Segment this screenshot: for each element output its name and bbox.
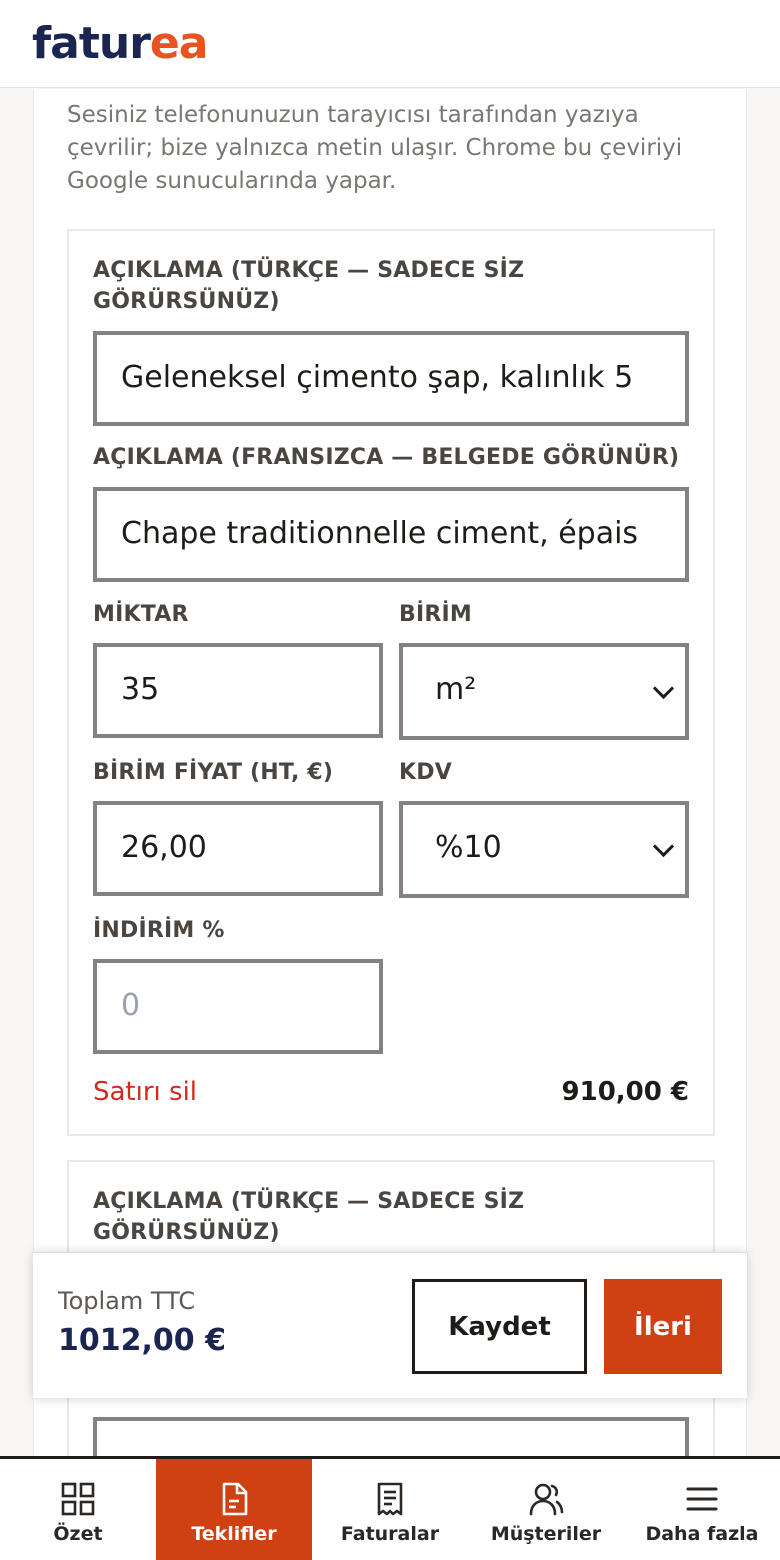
total-value: 1012,00 € [58, 1323, 226, 1358]
total-bar: Toplam TTC 1012,00 € Kaydet İleri [33, 1252, 747, 1398]
save-button[interactable]: Kaydet [412, 1279, 587, 1374]
nav-item-invoices[interactable]: Faturalar [312, 1459, 468, 1560]
nav-item-label: Müşteriler [490, 1523, 602, 1545]
unit-label: BİRİM [399, 602, 472, 627]
quantity-label: MİKTAR [93, 602, 189, 627]
vat-select[interactable]: %10 [399, 801, 689, 898]
unit-select-value: m² [435, 672, 477, 707]
nav-item-label: Özet [53, 1523, 103, 1545]
desc-fr-input[interactable]: Chape traditionnelle ciment, épais [93, 487, 689, 582]
app-header: faturea [0, 0, 780, 88]
desc-tr-input[interactable]: Geleneksel çimento şap, kalınlık 5 [93, 331, 689, 426]
users-icon [529, 1483, 564, 1516]
unit-price-input[interactable]: 26,00 [93, 801, 383, 896]
total-label: Toplam TTC [58, 1287, 196, 1315]
nav-item-quotes[interactable]: Teklifler [156, 1459, 312, 1560]
nav-item-customers[interactable]: Müşteriler [468, 1459, 624, 1560]
discount-label: İNDİRİM % [93, 918, 225, 943]
discount-input[interactable]: 0 [93, 959, 383, 1054]
desc-tr-label: AÇIKLAMA (TÜRKÇE — SADECE SİZ GÖRÜRSÜNÜZ… [93, 258, 525, 314]
nav-item-label: Faturalar [340, 1523, 440, 1545]
voice-input-hint: Sesiniz telefonunuzun tarayıcısı tarafın… [67, 102, 683, 194]
nav-item-summary[interactable]: Özet [0, 1459, 156, 1560]
document-icon [222, 1482, 248, 1516]
next-button[interactable]: İleri [604, 1279, 722, 1374]
nav-item-label: Teklifler [191, 1523, 277, 1545]
desc-tr-label: AÇIKLAMA (TÜRKÇE — SADECE SİZ GÖRÜRSÜNÜZ… [93, 1189, 525, 1245]
line-total: 910,00 € [561, 1077, 689, 1107]
grid-icon [61, 1482, 95, 1516]
quantity-input[interactable]: 35 [93, 643, 383, 738]
unit-price-label: BİRİM FİYAT (HT, €) [93, 760, 334, 785]
desc-fr-label: AÇIKLAMA (FRANSIZCA — BELGEDE GÖRÜNÜR) [93, 445, 680, 470]
receipt-icon [377, 1482, 403, 1516]
bottom-nav: Özet Teklifler Faturalar Müşteriler Daha… [0, 1456, 780, 1560]
nav-item-label: Daha fazla [645, 1523, 759, 1545]
menu-icon [686, 1487, 718, 1511]
delete-line-button[interactable]: Satırı sil [93, 1074, 197, 1110]
vat-select-value: %10 [435, 830, 502, 865]
vat-label: KDV [399, 760, 452, 785]
app-logo[interactable]: faturea [32, 14, 208, 74]
unit-select[interactable]: m² [399, 643, 689, 740]
line-item-card: AÇIKLAMA (TÜRKÇE — SADECE SİZ GÖRÜRSÜNÜZ… [67, 229, 715, 1136]
nav-item-more[interactable]: Daha fazla [624, 1459, 780, 1560]
